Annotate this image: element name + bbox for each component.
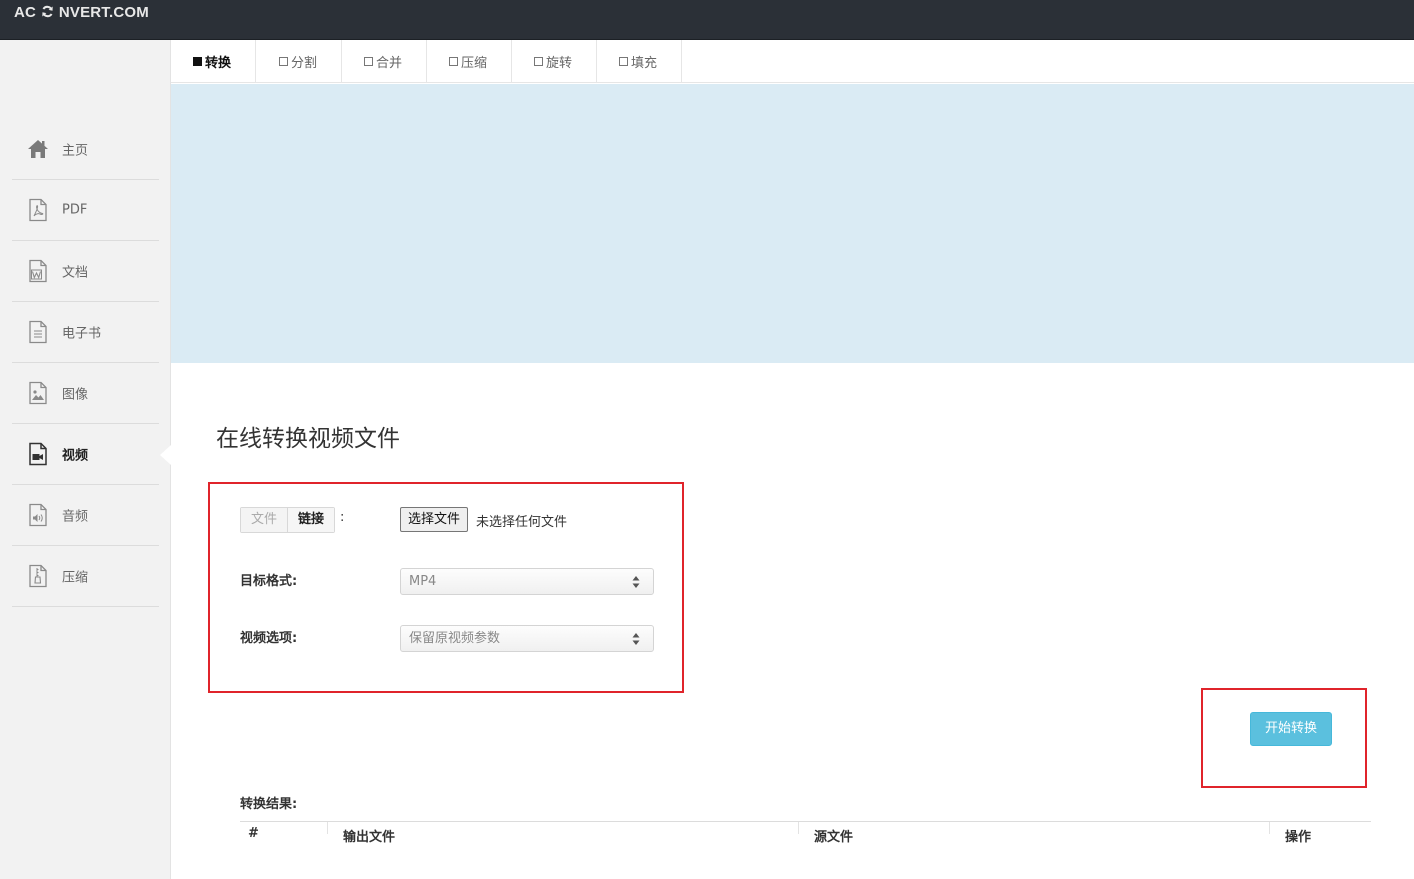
source-toggle: 文件 链接	[240, 507, 336, 533]
tab-label: 分割	[291, 56, 318, 71]
checkbox-filled-icon	[193, 57, 202, 66]
sidebar-item-label: 电子书	[62, 326, 102, 342]
checkbox-empty-icon	[619, 57, 628, 66]
tab-label: 压缩	[461, 56, 488, 71]
sidebar-item-pdf[interactable]: PDF	[12, 180, 159, 241]
sidebar-item-label: 音频	[62, 509, 89, 525]
source-colon: :	[340, 510, 345, 525]
word-file-icon	[26, 259, 50, 283]
start-convert-button[interactable]: 开始转换	[1250, 712, 1332, 746]
target-format-value: MP4	[409, 574, 437, 589]
source-file-button[interactable]: 文件	[241, 508, 289, 532]
sidebar-item-label: 文档	[62, 265, 89, 281]
sidebar-item-document[interactable]: 文档	[12, 241, 159, 302]
active-item-caret	[160, 445, 171, 465]
column-divider	[798, 822, 799, 834]
tab-merge[interactable]: 合并	[342, 40, 427, 83]
sidebar-item-video[interactable]: 视频	[12, 424, 159, 485]
column-header-source: 源文件	[814, 830, 854, 845]
column-divider	[1269, 822, 1270, 834]
sidebar-item-image[interactable]: 图像	[12, 363, 159, 424]
target-format-select[interactable]: MP4	[400, 568, 654, 595]
video-options-label: 视频选项:	[240, 631, 298, 646]
source-link-button[interactable]: 链接	[288, 508, 335, 532]
sidebar-item-label: 压缩	[62, 570, 89, 586]
checkbox-empty-icon	[534, 57, 543, 66]
checkbox-empty-icon	[449, 57, 458, 66]
checkbox-empty-icon	[279, 57, 288, 66]
pdf-file-icon	[26, 198, 50, 222]
sidebar-item-label: PDF	[62, 202, 88, 218]
column-divider	[327, 822, 328, 834]
ebook-file-icon	[26, 320, 50, 344]
banner-area	[171, 84, 1414, 363]
tab-split[interactable]: 分割	[257, 40, 342, 83]
select-arrows-icon	[632, 633, 640, 645]
home-icon	[26, 137, 50, 161]
sidebar-item-audio[interactable]: 音频	[12, 485, 159, 546]
column-header-actions: 操作	[1285, 830, 1312, 845]
sidebar-item-ebook[interactable]: 电子书	[12, 302, 159, 363]
sync-icon	[40, 4, 54, 21]
tab-compress[interactable]: 压缩	[427, 40, 512, 83]
sidebar-item-archive[interactable]: 压缩	[12, 546, 159, 607]
column-header-output: 输出文件	[343, 830, 396, 845]
sidebar-item-label: 主页	[62, 143, 89, 159]
sidebar-item-label: 图像	[62, 387, 89, 403]
video-options-value: 保留原视频参数	[409, 631, 501, 646]
image-file-icon	[26, 381, 50, 405]
operation-tabs: 转换 分割 合并 压缩 旋转 填充	[171, 40, 1414, 83]
tab-fill[interactable]: 填充	[597, 40, 682, 83]
results-label: 转换结果:	[240, 797, 298, 812]
tab-label: 转换	[205, 56, 232, 71]
top-bar: AC NVERT.COM	[0, 0, 1414, 40]
checkbox-empty-icon	[364, 57, 373, 66]
sidebar-item-home[interactable]: 主页	[12, 119, 159, 180]
sidebar: 主页 PDF 文档 电子书 图像 视频 音频 压缩	[0, 40, 171, 879]
sidebar-item-label: 视频	[62, 448, 89, 464]
site-logo[interactable]: AC NVERT.COM	[14, 4, 149, 21]
results-table-rule	[240, 821, 1371, 822]
logo-prefix: AC	[14, 4, 37, 21]
logo-suffix: NVERT.COM	[58, 4, 149, 21]
audio-file-icon	[26, 503, 50, 527]
tab-label: 旋转	[546, 56, 573, 71]
tab-label: 填充	[631, 56, 658, 71]
tab-label: 合并	[376, 56, 403, 71]
tab-convert[interactable]: 转换	[171, 40, 256, 83]
select-arrows-icon	[632, 576, 640, 588]
page-title: 在线转换视频文件	[216, 426, 400, 452]
video-options-select[interactable]: 保留原视频参数	[400, 625, 654, 652]
column-header-index: #	[248, 826, 259, 841]
file-status-text: 未选择任何文件	[476, 515, 568, 530]
tab-rotate[interactable]: 旋转	[512, 40, 597, 83]
target-format-label: 目标格式:	[240, 574, 298, 589]
archive-file-icon	[26, 564, 50, 588]
video-file-icon	[26, 442, 50, 466]
choose-file-button[interactable]: 选择文件	[400, 507, 469, 532]
